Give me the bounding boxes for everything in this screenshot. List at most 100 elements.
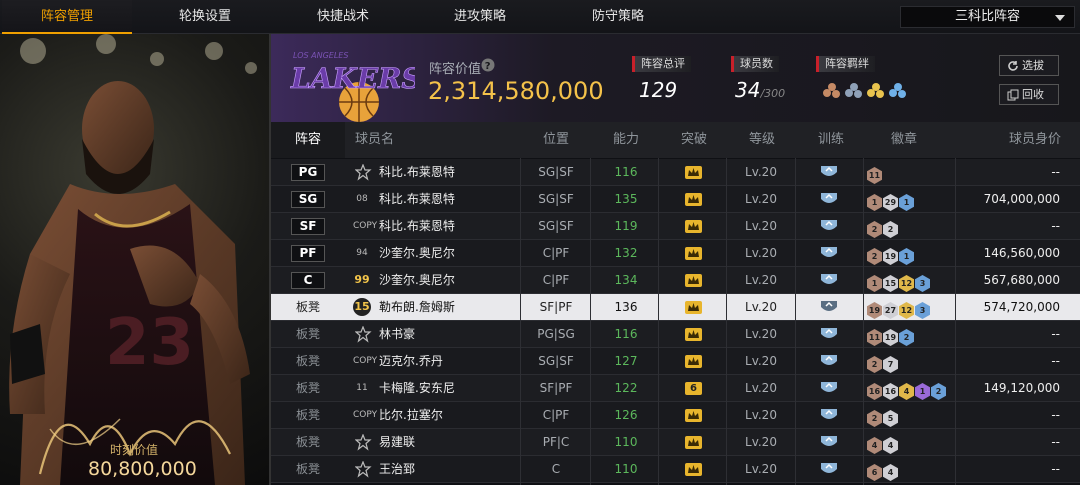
table-row[interactable]: 板凳 易建联 PF|C 110 Lv.20 4 4 -- xyxy=(271,429,1080,456)
help-icon[interactable]: ? xyxy=(481,58,495,72)
breakthrough-crown-icon[interactable] xyxy=(685,328,702,341)
training-shield-icon[interactable] xyxy=(819,461,839,477)
lineup-select[interactable]: 三科比阵容 xyxy=(900,6,1075,28)
player-ability: 116 xyxy=(614,165,638,179)
badge-icon: 2 xyxy=(883,221,898,238)
table-row[interactable]: SF COPY 科比.布莱恩特 SG|SF 119 Lv.20 2 2 -- xyxy=(271,213,1080,240)
header-position[interactable]: 位置 xyxy=(543,122,569,158)
slot-bench: 板凳 xyxy=(296,435,321,449)
player-ability: 119 xyxy=(614,219,638,233)
badge-icon: 19 xyxy=(883,329,898,346)
badge-icon: 5 xyxy=(883,410,898,427)
breakthrough-crown-icon[interactable] xyxy=(685,166,702,179)
player-value: -- xyxy=(1051,327,1060,341)
breakthrough-crown-icon[interactable] xyxy=(685,220,702,233)
player-name: 王治郅 xyxy=(379,462,416,476)
breakthrough-crown-icon[interactable]: 6 xyxy=(685,382,702,395)
player-position: C|PF xyxy=(542,246,570,260)
player-position: SF|PF xyxy=(539,381,573,395)
table-row[interactable]: PF 94 沙奎尔.奥尼尔 C|PF 132 Lv.20 2 19 1 146,560,000 xyxy=(271,240,1080,267)
logo-text: LAKERS xyxy=(290,62,415,95)
badge-list[interactable]: 16 16 4 1 2 xyxy=(867,379,947,400)
header-value[interactable]: 球员身价 xyxy=(1009,122,1061,158)
table-row[interactable]: 板凳 15 勒布朗.詹姆斯 SF|PF 136 Lv.20 19 27 12 3 574,720,0… xyxy=(271,294,1080,321)
badge-list[interactable]: 1 29 1 xyxy=(867,190,915,211)
recycle-button[interactable]: 回收 xyxy=(999,84,1059,105)
breakthrough-crown-icon[interactable] xyxy=(685,274,702,287)
players-max: /300 xyxy=(760,87,786,100)
training-shield-icon[interactable] xyxy=(819,326,839,342)
slot-bench: 板凳 xyxy=(296,354,321,368)
training-shield-icon[interactable] xyxy=(819,245,839,261)
badge-list[interactable]: 64 xyxy=(867,460,899,481)
player-name: 科比.布莱恩特 xyxy=(379,192,455,206)
training-shield-icon[interactable] xyxy=(819,380,839,396)
player-level: Lv.20 xyxy=(745,327,777,341)
player-value: -- xyxy=(1051,462,1060,476)
breakthrough-crown-icon[interactable] xyxy=(685,409,702,422)
breakthrough-crown-icon[interactable] xyxy=(685,301,702,314)
crown-glyph xyxy=(688,438,699,446)
tab-lineup-management[interactable]: 阵容管理 xyxy=(2,0,132,34)
breakthrough-crown-icon[interactable] xyxy=(685,247,702,260)
breakthrough-crown-icon[interactable] xyxy=(685,193,702,206)
breakthrough-crown-icon[interactable] xyxy=(685,436,702,449)
training-shield-icon[interactable] xyxy=(819,218,839,234)
badge-list[interactable]: 22 xyxy=(867,217,899,238)
tab-rotation-settings[interactable]: 轮换设置 xyxy=(140,0,270,34)
player-value: -- xyxy=(1051,408,1060,422)
badge-icon: 2 xyxy=(867,356,882,373)
badge-list[interactable]: 11 19 2 xyxy=(867,325,915,346)
badge-list[interactable]: 11 xyxy=(867,163,883,184)
pick-button[interactable]: 选拔 xyxy=(999,55,1059,76)
header-badges[interactable]: 徽章 xyxy=(891,122,917,158)
player-ability: 127 xyxy=(614,354,638,368)
training-shield-icon[interactable] xyxy=(819,434,839,450)
training-shield-icon[interactable] xyxy=(819,353,839,369)
badge-list[interactable]: 25 xyxy=(867,406,899,427)
table-row[interactable]: 板凳 王治郅 C 110 Lv.20 6 4 -- xyxy=(271,456,1080,483)
header-breakthrough[interactable]: 突破 xyxy=(681,122,707,158)
star-icon xyxy=(355,434,372,451)
player-hero-card[interactable]: 23 时刻价值 80,800,000 xyxy=(0,34,271,485)
header-training[interactable]: 训练 xyxy=(818,122,844,158)
badge-list[interactable]: 2 19 1 xyxy=(867,244,915,265)
table-row[interactable]: 板凳 COPY 比尔.拉塞尔 C|PF 126 Lv.20 2 5 -- xyxy=(271,402,1080,429)
refresh-icon xyxy=(1008,61,1018,71)
training-shield-icon[interactable] xyxy=(819,407,839,423)
table-row[interactable]: 板凳 林书豪 PG|SG 116 Lv.20 11 19 2 -- xyxy=(271,321,1080,348)
player-value: 574,720,000 xyxy=(983,300,1060,314)
roster-table-header: 阵容 球员名 位置 能力 突破 等级 训练 徽章 球员身价 xyxy=(271,122,1080,158)
table-row[interactable]: 板凳 COPY 迈克尔.乔丹 SG|SF 127 Lv.20 2 7 -- xyxy=(271,348,1080,375)
jersey-number-badge: COPY xyxy=(353,410,378,420)
table-row[interactable]: PG 科比.布莱恩特 SG|SF 116 Lv.20 11 -- xyxy=(271,159,1080,186)
table-row[interactable]: SG 08 科比.布莱恩特 SG|SF 135 Lv.20 1 29 1 704,000,000 xyxy=(271,186,1080,213)
training-shield-icon[interactable] xyxy=(819,272,839,288)
lineup-value-label: 阵容价值 xyxy=(429,62,482,77)
tab-quick-tactics[interactable]: 快捷战术 xyxy=(278,0,408,34)
badge-list[interactable]: 19 27 12 3 xyxy=(867,298,931,319)
slot-badge: SF xyxy=(291,218,325,235)
training-shield-icon[interactable] xyxy=(819,164,839,180)
header-ability[interactable]: 能力 xyxy=(613,122,639,158)
badge-list[interactable]: 44 xyxy=(867,433,899,454)
player-ability: 110 xyxy=(614,435,638,449)
header-level[interactable]: 等级 xyxy=(749,122,775,158)
breakthrough-crown-icon[interactable] xyxy=(685,463,702,476)
tab-offense-strategy[interactable]: 进攻策略 xyxy=(415,0,545,34)
header-slot[interactable]: 阵容 xyxy=(271,122,345,158)
bond-icons[interactable] xyxy=(822,80,914,102)
badge-list[interactable]: 27 xyxy=(867,352,899,373)
tab-defense-strategy[interactable]: 防守策略 xyxy=(553,0,683,34)
players-label: 球员数 xyxy=(731,56,779,72)
badge-list[interactable]: 1 15 12 3 xyxy=(867,271,931,292)
training-shield-icon[interactable] xyxy=(819,299,839,315)
star-icon xyxy=(355,461,372,478)
breakthrough-crown-icon[interactable] xyxy=(685,355,702,368)
training-shield-icon[interactable] xyxy=(819,191,839,207)
table-row[interactable]: C 99 沙奎尔.奥尼尔 C|PF 134 Lv.20 1 15 12 3 567,680,000 xyxy=(271,267,1080,294)
header-name[interactable]: 球员名 xyxy=(355,122,394,158)
badge-icon: 1 xyxy=(915,383,930,400)
player-ability: 134 xyxy=(614,273,638,287)
table-row[interactable]: 板凳 11 卡梅隆.安东尼 SF|PF 122 6 Lv.20 16 16 4 1 2 149,120,… xyxy=(271,375,1080,402)
